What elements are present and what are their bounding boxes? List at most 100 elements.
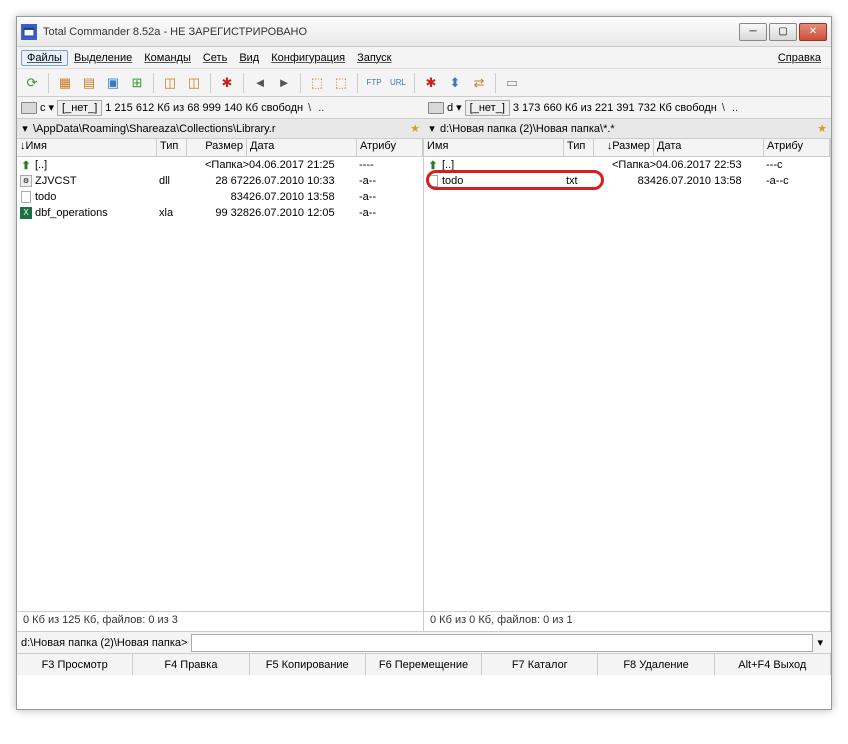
minimize-button[interactable]: ─: [739, 23, 767, 41]
cmdline-input[interactable]: [191, 634, 813, 652]
drive-right-none[interactable]: [_нет_]: [465, 100, 510, 116]
file-name: [..]: [35, 159, 159, 171]
file-row[interactable]: ⬆[..]<Папка>04.06.2017 21:25----: [17, 157, 423, 173]
drive-right-dropdown[interactable]: ▾: [456, 101, 462, 114]
drive-left-dropdown[interactable]: ▾: [49, 101, 55, 114]
drive-left-letter[interactable]: c: [40, 102, 46, 114]
drive-d-icon: [428, 102, 444, 114]
title-bar[interactable]: Total Commander 8.52a - НЕ ЗАРЕГИСТРИРОВ…: [17, 17, 831, 47]
file-row[interactable]: todotxt83426.07.2010 13:58-a--с: [424, 173, 830, 189]
history-right-dropdown[interactable]: ▾: [426, 122, 438, 135]
file-size: 99 328: [189, 207, 249, 219]
notepad-icon[interactable]: ▭: [501, 72, 523, 94]
cmdline-prompt: d:\Новая папка (2)\Новая папка>: [21, 637, 191, 649]
menu-commands[interactable]: Команды: [138, 50, 197, 66]
view-full-icon[interactable]: ▤: [78, 72, 100, 94]
f4-button[interactable]: F4 Правка: [133, 654, 249, 675]
cmdline-dropdown[interactable]: ▾: [813, 636, 827, 649]
menu-select[interactable]: Выделение: [68, 50, 138, 66]
f6-button[interactable]: F6 Перемещение: [366, 654, 482, 675]
pack-icon[interactable]: ⬚: [306, 72, 328, 94]
altf4-button[interactable]: Alt+F4 Выход: [715, 654, 831, 675]
file-icon: ⬆: [426, 158, 440, 172]
view-brief-icon[interactable]: ▦: [54, 72, 76, 94]
file-row[interactable]: todo83426.07.2010 13:58-a--: [17, 189, 423, 205]
status-right: 0 Кб из 0 Кб, файлов: 0 из 1: [424, 612, 831, 631]
close-button[interactable]: ✕: [799, 23, 827, 41]
menu-config[interactable]: Конфигурация: [265, 50, 351, 66]
favorite-left-icon[interactable]: ★: [408, 122, 422, 135]
path-left[interactable]: \AppData\Roaming\Shareaza\Collections\Li…: [31, 123, 408, 135]
sort-ext-icon[interactable]: ◫: [183, 72, 205, 94]
search-icon[interactable]: ✱: [420, 72, 442, 94]
col-attr[interactable]: Атрибу: [764, 139, 830, 156]
root-left-button[interactable]: \: [306, 102, 313, 114]
menu-help[interactable]: Справка: [772, 50, 827, 66]
file-name: todo: [442, 175, 566, 187]
multirename-icon[interactable]: ⬍: [444, 72, 466, 94]
menu-view[interactable]: Вид: [233, 50, 265, 66]
file-ext: xla: [159, 207, 189, 219]
col-date[interactable]: Дата: [654, 139, 764, 156]
file-attr: -a--: [359, 175, 421, 187]
col-size[interactable]: ↓Размер: [594, 139, 654, 156]
file-row[interactable]: ⚙ZJVCSTdll28 67226.07.2010 10:33-a--: [17, 173, 423, 189]
drive-right-letter[interactable]: d: [447, 102, 453, 114]
file-size: 834: [596, 175, 656, 187]
col-attr[interactable]: Атрибу: [357, 139, 423, 156]
file-name: dbf_operations: [35, 207, 159, 219]
file-date: 26.07.2010 10:33: [249, 175, 359, 187]
col-name[interactable]: Имя: [424, 139, 564, 156]
root-right-button[interactable]: \: [720, 102, 727, 114]
forward-icon[interactable]: ►: [273, 72, 295, 94]
ftp-icon[interactable]: FTP: [363, 72, 385, 94]
file-icon: X: [19, 206, 33, 220]
view-thumbs-icon[interactable]: ▣: [102, 72, 124, 94]
up-right-button[interactable]: ..: [730, 102, 740, 114]
app-icon: [21, 24, 37, 40]
file-name: todo: [35, 191, 159, 203]
unpack-icon[interactable]: ⬚: [330, 72, 352, 94]
menu-net[interactable]: Сеть: [197, 50, 233, 66]
file-attr: -a--: [359, 207, 421, 219]
maximize-button[interactable]: ▢: [769, 23, 797, 41]
menu-start[interactable]: Запуск: [351, 50, 397, 66]
history-left-dropdown[interactable]: ▾: [19, 122, 31, 135]
f7-button[interactable]: F7 Каталог: [482, 654, 598, 675]
col-size[interactable]: Размер: [187, 139, 247, 156]
window-title: Total Commander 8.52a - НЕ ЗАРЕГИСТРИРОВ…: [43, 26, 739, 38]
file-attr: -a--: [359, 191, 421, 203]
favorite-right-icon[interactable]: ★: [815, 122, 829, 135]
drive-bar: c ▾ [_нет_] 1 215 612 Кб из 68 999 140 К…: [17, 97, 831, 119]
col-name[interactable]: ↓Имя: [17, 139, 157, 156]
f3-button[interactable]: F3 Просмотр: [17, 654, 133, 675]
file-row[interactable]: ⬆[..]<Папка>04.06.2017 22:53---с: [424, 157, 830, 173]
url-icon[interactable]: URL: [387, 72, 409, 94]
refresh-icon[interactable]: ⟳: [21, 72, 43, 94]
col-date[interactable]: Дата: [247, 139, 357, 156]
file-icon: ⬆: [19, 158, 33, 172]
file-size: <Папка>: [596, 159, 656, 171]
menu-files[interactable]: Файлы: [21, 50, 68, 66]
view-tree-icon[interactable]: ⊞: [126, 72, 148, 94]
file-icon: [426, 174, 440, 188]
toolbar: ⟳ ▦ ▤ ▣ ⊞ ◫ ◫ ✱ ◄ ► ⬚ ⬚ FTP URL ✱ ⬍ ⇄ ▭: [17, 69, 831, 97]
col-ext[interactable]: Тип: [564, 139, 594, 156]
f8-button[interactable]: F8 Удаление: [598, 654, 714, 675]
sort-name-icon[interactable]: ◫: [159, 72, 181, 94]
invert-icon[interactable]: ✱: [216, 72, 238, 94]
path-right[interactable]: d:\Новая папка (2)\Новая папка\*.*: [438, 123, 815, 135]
file-icon: ⚙: [19, 174, 33, 188]
f5-button[interactable]: F5 Копирование: [250, 654, 366, 675]
drive-right-free: 3 173 660 Кб из 221 391 732 Кб свободн: [513, 102, 717, 114]
file-size: <Папка>: [189, 159, 249, 171]
drive-left-none[interactable]: [_нет_]: [57, 100, 102, 116]
file-date: 26.07.2010 12:05: [249, 207, 359, 219]
col-ext[interactable]: Тип: [157, 139, 187, 156]
drive-c-icon: [21, 102, 37, 114]
back-icon[interactable]: ◄: [249, 72, 271, 94]
sync-icon[interactable]: ⇄: [468, 72, 490, 94]
file-date: 26.07.2010 13:58: [656, 175, 766, 187]
file-row[interactable]: Xdbf_operationsxla99 32826.07.2010 12:05…: [17, 205, 423, 221]
up-left-button[interactable]: ..: [316, 102, 326, 114]
